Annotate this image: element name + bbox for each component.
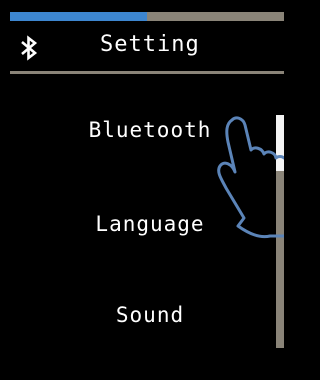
scrollbar-thumb[interactable] bbox=[276, 115, 284, 171]
page-title: Setting bbox=[100, 32, 200, 57]
menu-item-bluetooth[interactable]: Bluetooth bbox=[60, 118, 240, 142]
settings-screen: Setting Bluetooth Language Sound bbox=[0, 0, 284, 380]
menu-item-language[interactable]: Language bbox=[60, 212, 240, 236]
progress-fill bbox=[10, 12, 147, 21]
progress-bar bbox=[10, 12, 284, 21]
header: Setting bbox=[0, 22, 284, 72]
header-divider bbox=[10, 71, 284, 74]
menu-item-sound[interactable]: Sound bbox=[60, 303, 240, 327]
bluetooth-icon bbox=[21, 35, 38, 61]
